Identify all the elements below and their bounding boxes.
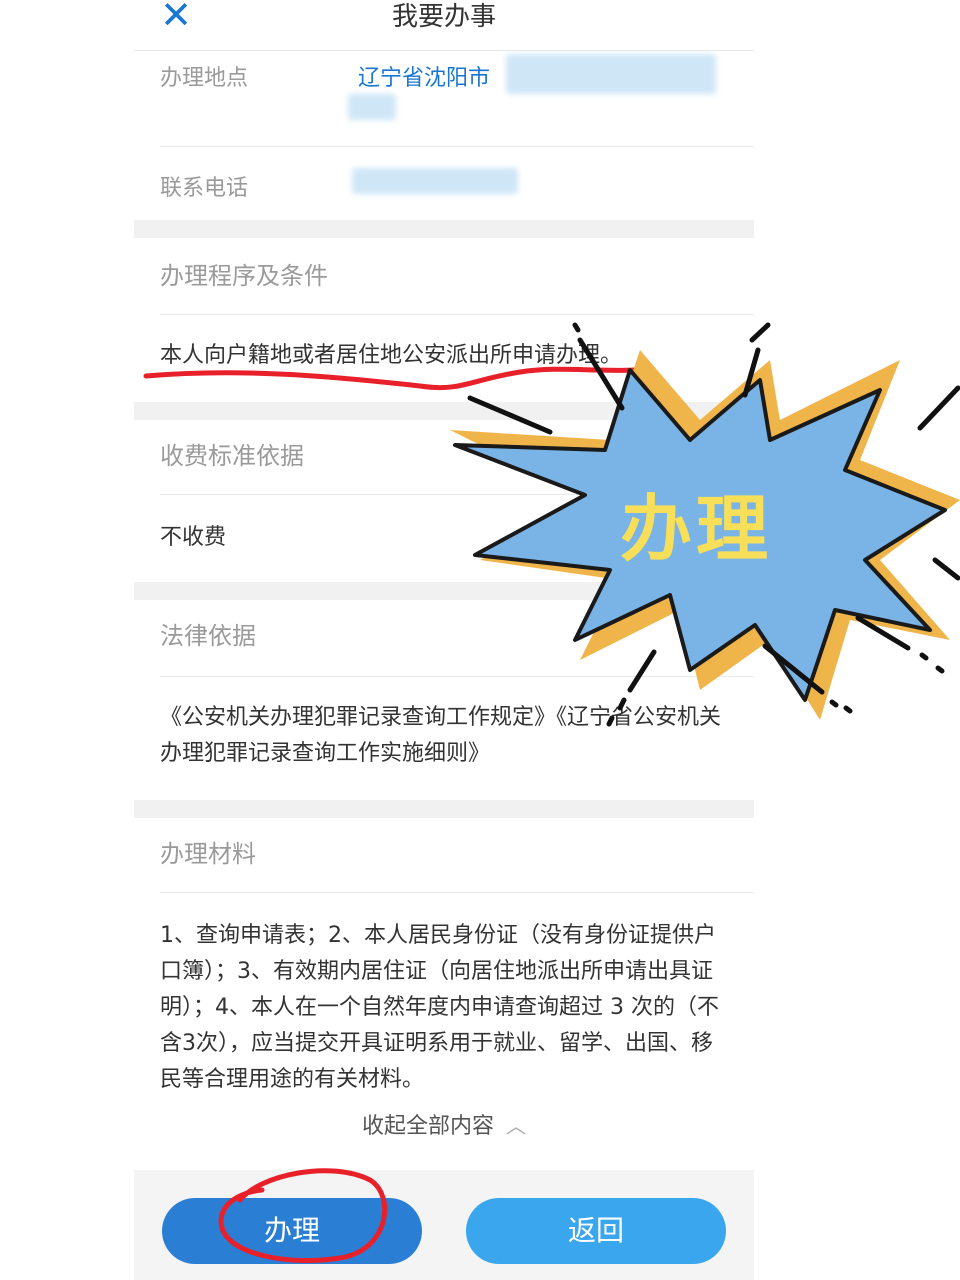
section-gap [134,582,754,600]
divider [160,892,754,893]
legal-body: 《公安机关办理犯罪记录查询工作规定》《辽宁省公安机关办理犯罪记录查询工作实施细则… [160,705,722,766]
chevron-up-icon: ︿ [506,1114,526,1138]
procedure-body: 本人向户籍地或者居住地公安派出所申请办理。 [160,343,623,368]
handle-button[interactable]: 办理 [162,1198,422,1264]
redacted-address [506,54,716,94]
fee-title: 收费标准依据 [160,442,304,470]
section-gap [134,402,754,420]
redacted-address-line2 [348,94,396,120]
back-button[interactable]: 返回 [466,1198,726,1264]
collapse-label: 收起全部内容 [361,1114,494,1139]
divider [160,146,754,147]
procedure-title: 办理程序及条件 [160,262,328,290]
collapse-all-toggle[interactable]: 收起全部内容 ︿ [134,1108,754,1145]
section-gap [134,220,754,238]
divider [160,494,754,495]
fee-body: 不收费 [160,525,227,550]
location-value: 辽宁省沈阳市 [358,66,491,91]
materials-body: 1、查询申请表；2、本人居民身份证（没有身份证提供户口簿）；3、有效期内居住证（… [160,923,719,1092]
phone-label: 联系电话 [160,176,249,201]
legal-title: 法律依据 [160,622,256,650]
location-label: 办理地点 [160,66,249,91]
section-gap [134,800,754,818]
phone-screen: ✕ 我要办事 办理地点 辽宁省沈阳市 联系电话 办理程序及条件 本人向户籍地或者… [134,0,754,1280]
divider [160,314,754,315]
page-title: 我要办事 [391,2,496,32]
divider [160,676,754,677]
redacted-phone [352,168,518,194]
materials-title: 办理材料 [160,840,256,868]
title-bar: ✕ 我要办事 [134,0,754,51]
